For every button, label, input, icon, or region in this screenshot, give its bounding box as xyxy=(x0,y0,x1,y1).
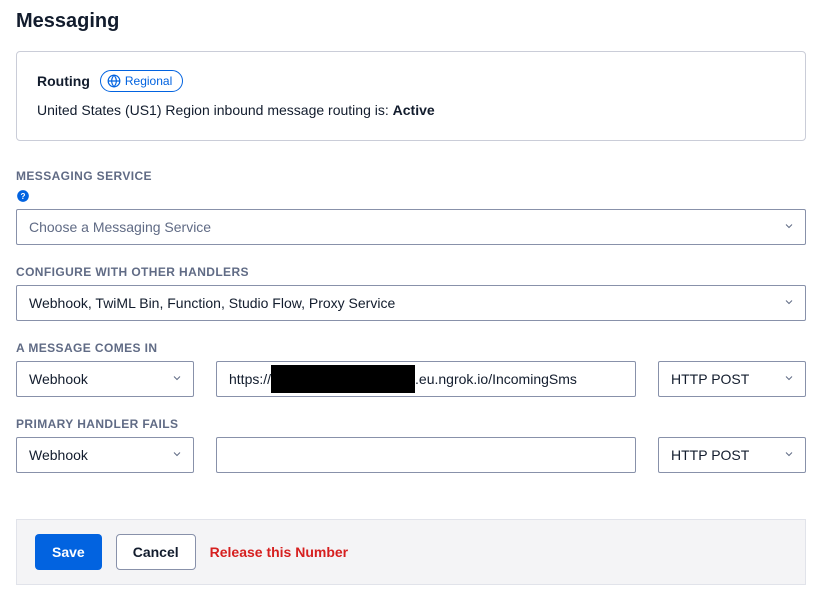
primary-fail-method-select[interactable]: HTTP POST xyxy=(658,437,806,473)
svg-text:?: ? xyxy=(21,192,26,201)
primary-fail-handler-value: Webhook xyxy=(29,447,88,463)
messaging-service-select[interactable]: Choose a Messaging Service xyxy=(16,209,806,245)
messaging-service-label: MESSAGING SERVICE xyxy=(16,169,806,183)
routing-card: Routing Regional United States (US1) Reg… xyxy=(16,51,806,141)
message-in-method-value: HTTP POST xyxy=(671,371,749,387)
message-in-handler-value: Webhook xyxy=(29,371,88,387)
help-icon[interactable]: ? xyxy=(16,189,30,203)
cancel-button[interactable]: Cancel xyxy=(116,534,196,570)
message-in-url-input[interactable]: https://.eu.ngrok.io/IncomingSms xyxy=(216,361,636,397)
button-bar: Save Cancel Release this Number xyxy=(16,519,806,585)
chevron-down-icon xyxy=(783,371,795,387)
chevron-down-icon xyxy=(783,295,795,311)
routing-label: Routing xyxy=(37,73,90,89)
configure-handlers-select[interactable]: Webhook, TwiML Bin, Function, Studio Flo… xyxy=(16,285,806,321)
messaging-service-placeholder: Choose a Messaging Service xyxy=(29,219,211,235)
message-in-handler-select[interactable]: Webhook xyxy=(16,361,194,397)
chevron-down-icon xyxy=(783,219,795,235)
globe-icon xyxy=(107,74,121,88)
redacted-segment xyxy=(271,365,415,393)
chevron-down-icon xyxy=(171,447,183,463)
release-number-link[interactable]: Release this Number xyxy=(210,544,349,560)
save-button[interactable]: Save xyxy=(35,534,102,570)
primary-fail-label: PRIMARY HANDLER FAILS xyxy=(16,417,806,431)
chevron-down-icon xyxy=(783,447,795,463)
regional-badge-label: Regional xyxy=(125,72,172,90)
routing-description: United States (US1) Region inbound messa… xyxy=(37,102,785,118)
primary-fail-method-value: HTTP POST xyxy=(671,447,749,463)
message-in-label: A MESSAGE COMES IN xyxy=(16,341,806,355)
configure-handlers-label: CONFIGURE WITH OTHER HANDLERS xyxy=(16,265,806,279)
primary-fail-url-field[interactable] xyxy=(229,446,623,464)
message-in-method-select[interactable]: HTTP POST xyxy=(658,361,806,397)
regional-badge[interactable]: Regional xyxy=(100,70,183,92)
configure-handlers-value: Webhook, TwiML Bin, Function, Studio Flo… xyxy=(29,295,395,311)
page-title: Messaging xyxy=(16,10,806,33)
primary-fail-handler-select[interactable]: Webhook xyxy=(16,437,194,473)
chevron-down-icon xyxy=(171,371,183,387)
primary-fail-url-input[interactable] xyxy=(216,437,636,473)
